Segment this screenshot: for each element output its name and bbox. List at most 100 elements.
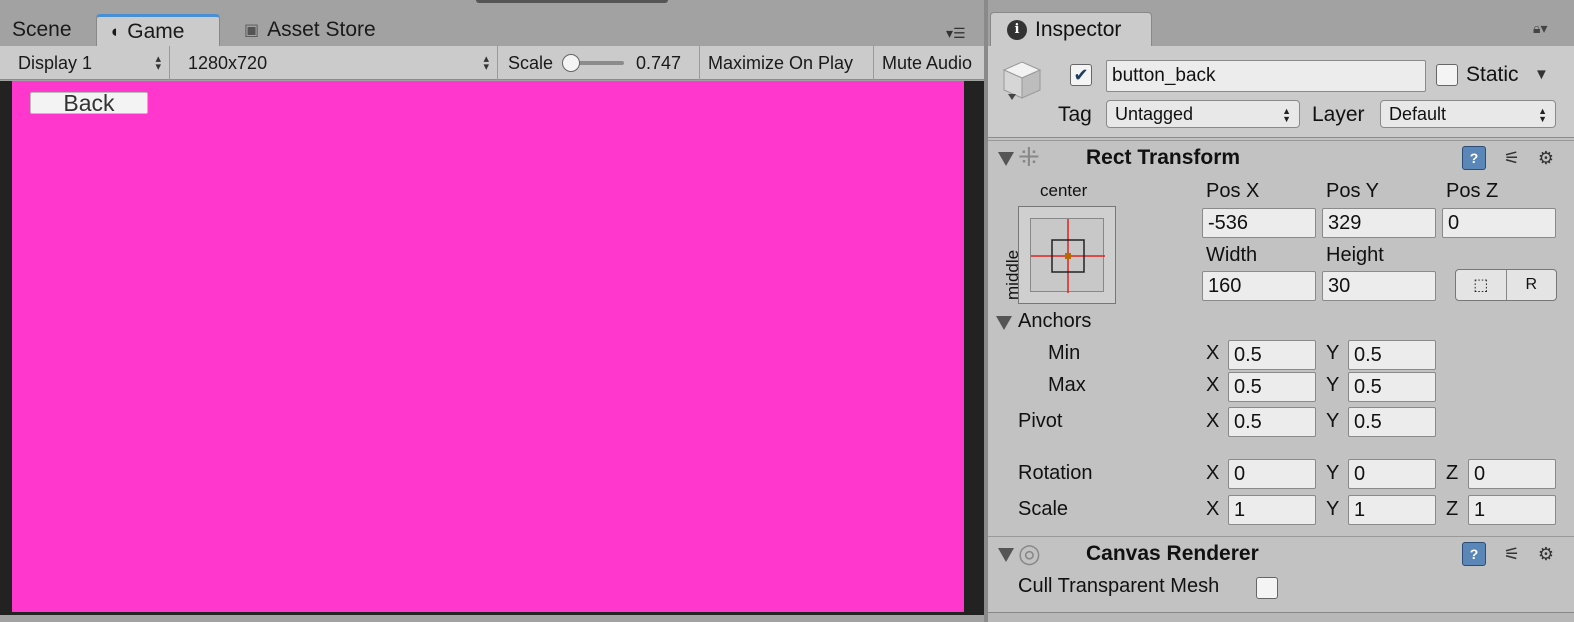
gear-icon[interactable]: ⚙ — [1534, 542, 1558, 566]
scale-label: Scale — [1018, 498, 1069, 520]
scale-x-axis-label: X — [1206, 498, 1220, 520]
pivot-x-field[interactable]: 0.5 — [1228, 407, 1316, 437]
scale-slider-knob[interactable] — [562, 54, 580, 72]
preset-sliders-icon[interactable]: ⚟ — [1500, 542, 1524, 566]
anchor-max-x-field[interactable]: 0.5 — [1228, 372, 1316, 402]
scale-y-field[interactable]: 1 — [1348, 495, 1436, 525]
pos-y-field[interactable]: 329 — [1322, 208, 1436, 238]
gear-icon[interactable]: ⚙ — [1534, 146, 1558, 170]
rect-transform-header[interactable] — [988, 140, 1574, 176]
anchor-max-y-field[interactable]: 0.5 — [1348, 372, 1436, 402]
shopping-bag-icon: ▣ — [244, 22, 260, 39]
mute-label: Mute Audio — [882, 52, 973, 73]
collapse-triangle-icon[interactable] — [998, 152, 1014, 166]
game-canvas[interactable] — [12, 81, 964, 612]
layer-value: Default — [1389, 103, 1447, 124]
rotation-label: Rotation — [1018, 462, 1093, 484]
pos-z-field[interactable]: 0 — [1442, 208, 1556, 238]
maximize-label: Maximize On Play — [708, 52, 854, 73]
height-field[interactable]: 30 — [1322, 271, 1436, 301]
scale-x-value: 1 — [1234, 498, 1246, 521]
pivot-x-axis-label: X — [1206, 410, 1220, 432]
info-icon: i — [1007, 19, 1027, 40]
maximize-on-play-toggle[interactable]: Maximize On Play — [700, 46, 874, 80]
scale-y-axis-label: Y — [1326, 498, 1340, 520]
canvas-renderer-title: Canvas Renderer — [1086, 542, 1259, 565]
tab-scene-label: Scene — [12, 18, 72, 41]
width-value: 160 — [1208, 274, 1242, 297]
resolution-dropdown[interactable]: 1280x720 ▴ ▾ — [170, 46, 498, 80]
preset-sliders-icon[interactable]: ⚟ — [1500, 146, 1524, 170]
object-name-input[interactable]: button_back — [1106, 60, 1426, 92]
tab-inspector-label: Inspector — [1035, 17, 1122, 41]
updown-arrows-icon: ▴ ▾ — [155, 53, 161, 73]
blueprint-mode-icon[interactable]: ⬚ — [1456, 270, 1507, 300]
pos-y-label: Pos Y — [1326, 180, 1379, 202]
pos-x-label: Pos X — [1206, 180, 1260, 202]
scale-y-value: 1 — [1354, 498, 1366, 521]
anchor-presets-button[interactable] — [1018, 206, 1116, 304]
help-book-icon[interactable]: ? — [1462, 542, 1486, 566]
static-checkbox[interactable] — [1436, 64, 1458, 86]
layer-dropdown[interactable]: Default ▲ ▼ — [1380, 100, 1556, 128]
cull-transparent-mesh-checkbox[interactable] — [1256, 577, 1278, 599]
pos-z-label: Pos Z — [1446, 180, 1499, 202]
updown-arrows-icon: ▲ ▼ — [1538, 106, 1547, 124]
width-field[interactable]: 160 — [1202, 271, 1316, 301]
anchor-preset-frame — [1030, 218, 1105, 293]
width-label: Width — [1206, 244, 1258, 266]
scale-value: 0.747 — [636, 52, 682, 73]
pacman-icon: ◖ — [109, 21, 120, 41]
updown-arrows-icon: ▴ ▾ — [483, 53, 489, 73]
game-toolbar: Display 1 ▴ ▾ 1280x720 ▴ ▾ Scale 0.747 Max… — [0, 46, 984, 80]
tab-asset-store[interactable]: ▣ Asset Store — [232, 14, 388, 46]
scale-z-axis-label: Z — [1446, 498, 1459, 520]
anchor-crosshair-icon — [1031, 219, 1105, 293]
raw-edit-mode-icon[interactable]: R — [1507, 270, 1557, 300]
anchor-max-y-value: 0.5 — [1354, 375, 1382, 398]
rotation-x-field[interactable]: 0 — [1228, 459, 1316, 489]
updown-arrows-icon: ▲ ▼ — [1282, 106, 1291, 124]
scale-control: Scale 0.747 — [498, 46, 700, 80]
back-button-label: Back — [63, 89, 115, 116]
anchor-min-x-field[interactable]: 0.5 — [1228, 340, 1316, 370]
object-name-value: button_back — [1112, 65, 1216, 86]
canvas-renderer-icon: ◎ — [1018, 538, 1041, 568]
help-book-icon[interactable]: ? — [1462, 146, 1486, 170]
scale-z-field[interactable]: 1 — [1468, 495, 1556, 525]
rotation-y-value: 0 — [1354, 462, 1366, 485]
lock-icon[interactable]: 🔒︎▾ — [1533, 20, 1559, 40]
pivot-y-field[interactable]: 0.5 — [1348, 407, 1436, 437]
edit-mode-group: ⬚ R — [1455, 269, 1557, 301]
scale-x-field[interactable]: 1 — [1228, 495, 1316, 525]
pivot-y-value: 0.5 — [1354, 410, 1382, 433]
gameobject-cube-icon — [1002, 61, 1042, 100]
tab-game[interactable]: ◖ Game — [96, 14, 220, 46]
tag-value: Untagged — [1115, 103, 1194, 124]
anchors-collapse-icon[interactable] — [996, 316, 1012, 330]
tab-scene[interactable]: Scene — [0, 14, 84, 46]
static-label: Static — [1466, 63, 1519, 86]
max-x-axis-label: X — [1206, 374, 1220, 396]
mute-audio-toggle[interactable]: Mute Audio — [874, 46, 984, 80]
tag-label: Tag — [1058, 103, 1092, 126]
tab-menu-icon[interactable]: ▾☰ — [946, 25, 976, 41]
rotation-z-field[interactable]: 0 — [1468, 459, 1556, 489]
pos-x-field[interactable]: -536 — [1202, 208, 1316, 238]
anchor-max-x-value: 0.5 — [1234, 375, 1262, 398]
tab-asset-store-label: Asset Store — [267, 18, 376, 41]
collapse-triangle-icon[interactable] — [998, 548, 1014, 562]
active-checkbox[interactable]: ✔ — [1070, 64, 1092, 86]
tab-inspector[interactable]: i Inspector — [990, 12, 1152, 46]
static-dropdown-icon[interactable]: ▼ — [1534, 66, 1549, 83]
height-value: 30 — [1328, 274, 1351, 297]
cull-transparent-mesh-label: Cull Transparent Mesh — [1018, 575, 1220, 597]
display-dropdown[interactable]: Display 1 ▴ ▾ — [0, 46, 170, 80]
tag-dropdown[interactable]: Untagged ▲ ▼ — [1106, 100, 1300, 128]
anchor-min-y-field[interactable]: 0.5 — [1348, 340, 1436, 370]
rotation-y-field[interactable]: 0 — [1348, 459, 1436, 489]
rotation-z-axis-label: Z — [1446, 462, 1459, 484]
height-label: Height — [1326, 244, 1384, 266]
canvas-renderer-header[interactable] — [988, 536, 1574, 572]
back-button[interactable]: Back — [30, 89, 148, 116]
